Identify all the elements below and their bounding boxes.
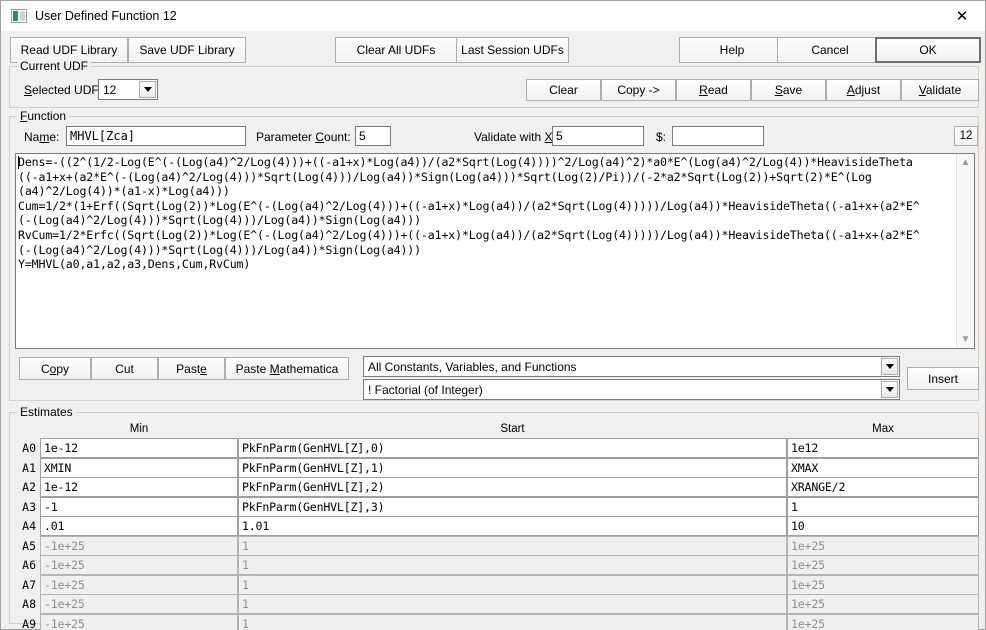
estimates-row-label-a4: A4 <box>22 519 36 533</box>
function-legend: Function <box>17 109 70 123</box>
estimates-cell-a7-start: 1 <box>238 574 787 595</box>
cancel-button[interactable]: Cancel <box>777 37 883 63</box>
clear-button[interactable]: Clear <box>526 79 601 101</box>
udf-dialog-window: User Defined Function 12 ✕ Read UDF Libr… <box>0 0 986 630</box>
estimates-column-header-start: Start <box>500 423 525 435</box>
selected-udf-combo[interactable]: 12 <box>98 79 158 100</box>
estimates-cell-a5-min: -1e+25 <box>40 535 238 556</box>
read-button[interactable]: Read <box>676 79 751 101</box>
estimates-cell-a9-min: -1e+25 <box>40 613 238 630</box>
window-title: User Defined Function 12 <box>35 9 177 23</box>
chevron-down-icon[interactable] <box>881 358 898 375</box>
function-index-badge[interactable]: 12 <box>954 126 978 146</box>
estimates-row-label-a3: A3 <box>22 499 36 514</box>
paste-mathematica-button[interactable]: Paste Mathematica <box>225 357 349 380</box>
validate-button[interactable]: Validate <box>901 79 979 101</box>
category-combo-value: All Constants, Variables, and Functions <box>368 359 577 374</box>
insert-button[interactable]: Insert <box>907 367 979 390</box>
estimates-legend: Estimates <box>17 405 76 419</box>
estimates-cell-a5-max: 1e+25 <box>787 535 979 556</box>
estimates-cell-a6-min: -1e+25 <box>40 555 238 575</box>
formula-scrollbar[interactable]: ▲ ▼ <box>956 154 974 348</box>
scroll-up-icon[interactable]: ▲ <box>957 154 974 171</box>
estimates-cell-a0-min[interactable]: 1e-12 <box>40 438 238 458</box>
clear-all-udfs-button[interactable]: Clear All UDFs <box>335 37 457 63</box>
dollar-input[interactable] <box>672 126 764 146</box>
current-udf-group: Current UDF Selected UDF: 12 Clear Copy … <box>9 59 979 108</box>
estimates-cell-a9-start: 1 <box>238 613 787 630</box>
estimates-group: Estimates Min Start Max A0 1e-12 PkFnParm(Ge… <box>9 405 979 630</box>
estimates-row-label-a2: A2 <box>22 480 36 494</box>
dollar-label: $: <box>656 130 667 144</box>
estimates-cell-a2-max[interactable]: XRANGE/2 <box>787 477 979 497</box>
estimates-cell-a1-start[interactable]: PkFnParm(GenHVL[Z],1) <box>238 457 787 478</box>
chevron-down-icon[interactable] <box>881 381 898 398</box>
save-button[interactable]: Save <box>751 79 826 101</box>
function-name-input[interactable]: MHVL[Zca] <box>66 126 246 146</box>
selected-udf-value: 12 <box>103 82 117 97</box>
estimates-cell-a3-min[interactable]: -1 <box>40 496 238 517</box>
estimates-row-label-a1: A1 <box>22 460 36 475</box>
estimates-column-header-max: Max <box>872 423 894 435</box>
ok-button[interactable]: OK <box>875 37 981 63</box>
copy-to-button[interactable]: Copy -> <box>601 79 676 101</box>
formula-editor[interactable]: Dens=-((2^(1/2-Log(E^(-(Log(a4)^2/Log(4)… <box>15 153 975 349</box>
close-icon[interactable]: ✕ <box>939 1 985 31</box>
estimates-cell-a7-max: 1e+25 <box>787 574 979 595</box>
estimates-cell-a3-start[interactable]: PkFnParm(GenHVL[Z],3) <box>238 496 787 517</box>
cut-button[interactable]: Cut <box>91 357 158 380</box>
estimates-column-header-min: Min <box>129 423 149 435</box>
estimates-cell-a4-min[interactable]: .01 <box>40 516 238 536</box>
validate-x-label: Validate with X: <box>474 130 556 144</box>
estimates-cell-a7-min: -1e+25 <box>40 574 238 595</box>
item-combo-value: ! Factorial (of Integer) <box>368 382 483 397</box>
estimates-cell-a4-start[interactable]: 1.01 <box>238 516 787 536</box>
estimates-cell-a6-start: 1 <box>238 555 787 575</box>
last-session-udfs-button[interactable]: Last Session UDFs <box>456 37 569 63</box>
selected-udf-label: Selected UDF: <box>24 83 103 97</box>
app-icon <box>11 9 27 23</box>
paste-button[interactable]: Paste <box>158 357 225 380</box>
help-button[interactable]: Help <box>679 37 785 63</box>
parameter-count-input[interactable]: 5 <box>355 126 391 146</box>
estimates-row-label-a8: A8 <box>22 597 36 611</box>
estimates-row-label-a9: A9 <box>22 616 36 630</box>
item-combo[interactable]: ! Factorial (of Integer) <box>363 379 900 400</box>
estimates-cell-a0-start[interactable]: PkFnParm(GenHVL[Z],0) <box>238 438 787 458</box>
parameter-count-label: Parameter Count: <box>256 130 351 144</box>
title-bar: User Defined Function 12 ✕ <box>1 1 985 32</box>
estimates-cell-a1-min[interactable]: XMIN <box>40 457 238 478</box>
estimates-row-label-a5: A5 <box>22 538 36 553</box>
validate-x-input[interactable]: 5 <box>552 126 644 146</box>
estimates-cell-a4-max[interactable]: 10 <box>787 516 979 536</box>
estimates-cell-a2-min[interactable]: 1e-12 <box>40 477 238 497</box>
estimates-cell-a5-start: 1 <box>238 535 787 556</box>
estimates-cell-a8-min: -1e+25 <box>40 594 238 614</box>
category-combo[interactable]: All Constants, Variables, and Functions <box>363 356 900 377</box>
estimates-cell-a8-start: 1 <box>238 594 787 614</box>
estimates-row-label-a6: A6 <box>22 558 36 572</box>
chevron-down-icon[interactable] <box>139 81 156 98</box>
estimates-cell-a3-max[interactable]: 1 <box>787 496 979 517</box>
estimates-row-label-a0: A0 <box>22 441 36 455</box>
function-group: Function Name: MHVL[Zca] Parameter Count… <box>9 109 979 401</box>
estimates-cell-a9-max: 1e+25 <box>787 613 979 630</box>
estimates-cell-a6-max: 1e+25 <box>787 555 979 575</box>
name-label: Name: <box>24 130 60 144</box>
adjust-button[interactable]: Adjust <box>826 79 901 101</box>
formula-text: Dens=-((2^(1/2-Log(E^(-(Log(a4)^2/Log(4)… <box>18 155 920 272</box>
top-toolbar: Read UDF Library Save UDF Library Clear … <box>1 37 985 67</box>
estimates-cell-a2-start[interactable]: PkFnParm(GenHVL[Z],2) <box>238 477 787 497</box>
estimates-row-label-a7: A7 <box>22 577 36 592</box>
copy-button[interactable]: Copy <box>19 357 91 380</box>
estimates-cell-a1-max[interactable]: XMAX <box>787 457 979 478</box>
save-udf-library-button[interactable]: Save UDF Library <box>128 37 246 63</box>
current-udf-legend: Current UDF <box>17 59 92 73</box>
estimates-cell-a0-max[interactable]: 1e12 <box>787 438 979 458</box>
scroll-down-icon[interactable]: ▼ <box>957 331 974 348</box>
estimates-cell-a8-max: 1e+25 <box>787 594 979 614</box>
